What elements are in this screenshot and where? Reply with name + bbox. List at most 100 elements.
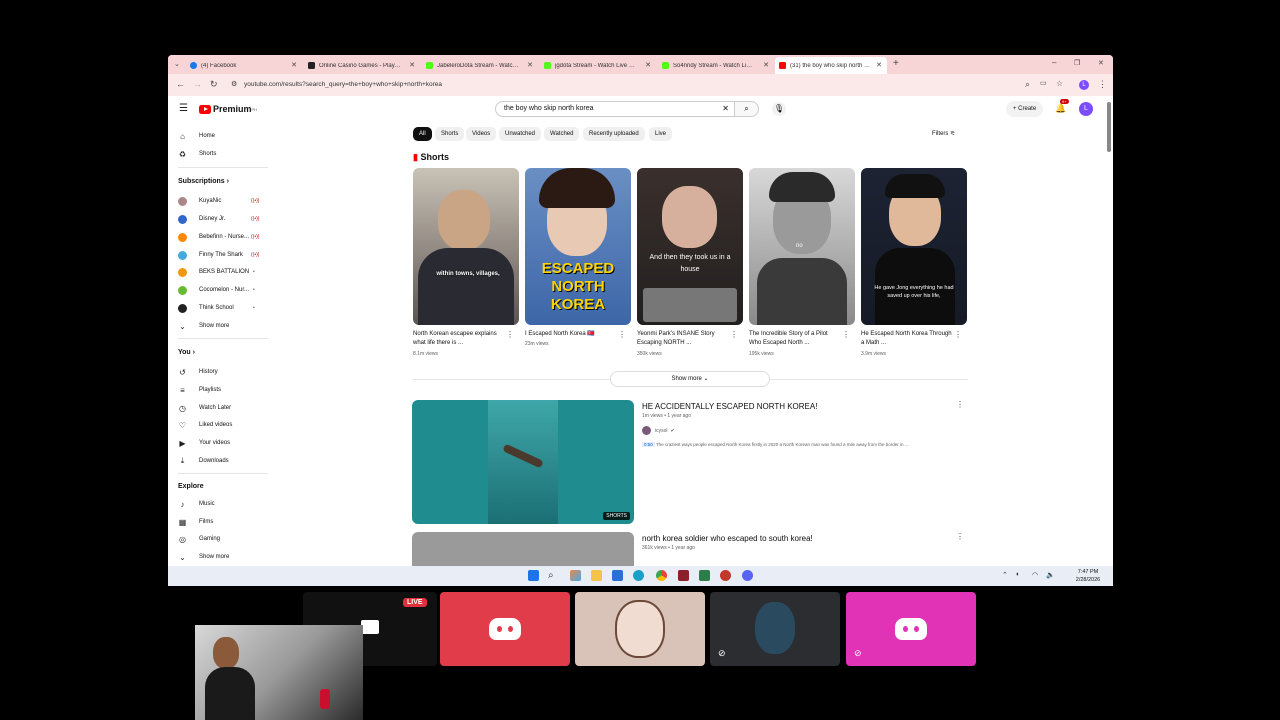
sidebar-sub-kuyanic[interactable]: KuyaNic (178, 195, 221, 207)
chip-all[interactable]: All (413, 127, 432, 141)
file-explorer-icon[interactable] (591, 570, 602, 581)
youtube-logo[interactable]: Premium PH (199, 104, 257, 114)
short-thumbnail[interactable]: ESCAPED NORTH KOREA (525, 168, 631, 325)
you-heading[interactable]: You › (178, 349, 195, 356)
app-icon[interactable] (720, 570, 731, 581)
site-info-icon[interactable]: ⚙ (231, 77, 237, 93)
chip-recently-uploaded[interactable]: Recently uploaded (583, 127, 645, 141)
short-thumbnail[interactable]: no (749, 168, 855, 325)
windows-start-icon[interactable] (528, 570, 539, 581)
avatar-tile[interactable]: ⊘ (710, 592, 840, 666)
wifi-icon[interactable]: ◠ (1032, 571, 1038, 579)
chip-live[interactable]: Live (649, 127, 673, 141)
short-title[interactable]: He Escaped North Korea Through a Math ..… (861, 330, 953, 348)
short-title[interactable]: I Escaped North Korea 🇰🇵 (525, 330, 617, 339)
more-options-icon[interactable]: ⋮ (730, 330, 738, 339)
more-options-icon[interactable]: ⋮ (842, 330, 850, 339)
scrollbar[interactable] (1107, 102, 1111, 152)
sidebar-item-liked[interactable]: ♡ Liked videos (178, 419, 232, 431)
sidebar-item-playlists[interactable]: ≡ Playlists (178, 384, 221, 396)
video-title[interactable]: HE ACCIDENTALLY ESCAPED NORTH KOREA! (642, 402, 817, 411)
chrome-icon[interactable] (656, 570, 667, 581)
tab-so4nndy[interactable]: So4nndy Stream - Watch Live o... ✕ (658, 57, 774, 74)
more-options-icon[interactable]: ⋮ (956, 400, 964, 409)
short-thumbnail[interactable]: He gave Jong everything he had saved up … (861, 168, 967, 325)
menu-icon[interactable]: ☰ (179, 103, 188, 114)
sidebar-show-more-2[interactable]: ⌄ Show more (178, 551, 229, 563)
subscriptions-heading[interactable]: Subscriptions › (178, 178, 229, 185)
more-options-icon[interactable]: ⋮ (954, 330, 962, 339)
avatar-tile[interactable] (575, 592, 705, 666)
search-button[interactable]: ⌕ (735, 101, 759, 117)
tab-list-chevron-icon[interactable]: ⌄ (174, 60, 180, 68)
tab-facebook[interactable]: (4) Facebook ✕ (186, 57, 302, 74)
shorts-show-more-button[interactable]: Show more ⌄ (610, 371, 770, 387)
sidebar-sub-thinkschool[interactable]: Think School (178, 302, 234, 314)
channel-row[interactable]: icysol ✔ (642, 426, 675, 435)
close-icon[interactable]: ✕ (409, 61, 415, 69)
copilot-icon[interactable] (570, 570, 581, 581)
sidebar-sub-cocomelon[interactable]: Cocomelon - Nur... (178, 284, 249, 296)
reload-icon[interactable]: ↻ (210, 79, 218, 89)
short-title[interactable]: Yeonmi Park's INSANE Story Escaping NORT… (637, 330, 729, 348)
sidebar-item-watch-later[interactable]: ◷ Watch Later (178, 402, 231, 414)
browser-menu-icon[interactable]: ⋮ (1098, 79, 1107, 89)
more-options-icon[interactable]: ⋮ (956, 532, 964, 541)
store-icon[interactable] (612, 570, 623, 581)
install-icon[interactable]: ▭ (1040, 79, 1047, 89)
more-options-icon[interactable]: ⋮ (618, 330, 626, 339)
video-thumbnail[interactable]: SHORTS (412, 400, 634, 524)
close-icon[interactable]: ✕ (527, 61, 533, 69)
back-icon[interactable]: ← (176, 79, 185, 89)
sidebar-item-history[interactable]: ↺ History (178, 366, 218, 378)
chip-shorts[interactable]: Shorts (435, 127, 465, 141)
search-input[interactable]: the boy who skip north korea ✕ (495, 101, 735, 117)
voice-search-icon[interactable]: 🎙 (772, 102, 786, 116)
chip-watched[interactable]: Watched (544, 127, 580, 141)
close-icon[interactable]: ✕ (291, 61, 297, 69)
close-icon[interactable]: ✕ (763, 61, 769, 69)
tab-jabelero[interactable]: JabeleroDota Stream - Watch L... ✕ (422, 57, 538, 74)
sidebar-show-more[interactable]: ⌄ Show more (178, 320, 229, 332)
tab-jgdota[interactable]: jgdota Stream - Watch Live on... ✕ (540, 57, 656, 74)
sidebar-sub-finny[interactable]: Finny The Shark (178, 249, 243, 261)
chip-videos[interactable]: Videos (466, 127, 497, 141)
discord-tile[interactable] (440, 592, 570, 666)
short-thumbnail[interactable]: And then they took us in a house (637, 168, 743, 325)
discord-tile[interactable]: ⊘ (846, 592, 976, 666)
discord-icon[interactable] (742, 570, 753, 581)
close-icon[interactable]: ✕ (645, 61, 651, 69)
sidebar-item-films[interactable]: ▦ Films (178, 516, 214, 528)
more-options-icon[interactable]: ⋮ (506, 330, 514, 339)
short-title[interactable]: North Korean escapee explains what life … (413, 330, 505, 348)
sidebar-item-shorts[interactable]: ♻ Shorts (178, 148, 216, 160)
profile-avatar[interactable]: L (1079, 80, 1089, 90)
forward-icon[interactable]: → (193, 79, 202, 89)
sidebar-sub-disney[interactable]: Disney Jr. (178, 213, 225, 225)
account-avatar[interactable]: L (1079, 102, 1093, 116)
minimize-icon[interactable]: – (1052, 58, 1056, 67)
video-title[interactable]: north korea soldier who escaped to south… (642, 534, 813, 543)
new-tab-icon[interactable]: + (893, 58, 899, 69)
app-icon[interactable] (699, 570, 710, 581)
restore-icon[interactable]: ❐ (1074, 59, 1080, 67)
sidebar-item-your-videos[interactable]: ▶ Your videos (178, 437, 230, 449)
search-icon[interactable]: ⌕ (548, 570, 559, 581)
sidebar-item-downloads[interactable]: ⤓ Downloads (178, 455, 229, 467)
short-thumbnail[interactable]: within towns, villages, (413, 168, 519, 325)
volume-icon[interactable]: 🔈 (1046, 571, 1055, 579)
system-clock[interactable]: 7:47 PM 2/28/2026 (1066, 568, 1110, 584)
filters-button[interactable]: Filters ⚟ (932, 130, 955, 137)
tray-icon[interactable]: ◐ (1016, 571, 1020, 578)
close-icon[interactable]: ✕ (876, 61, 882, 69)
bookmark-star-icon[interactable]: ☆ (1056, 79, 1063, 89)
app-icon[interactable] (678, 570, 689, 581)
sidebar-item-home[interactable]: ⌂ Home (178, 130, 215, 142)
sidebar-item-gaming[interactable]: ◎ Gaming (178, 533, 220, 545)
tab-youtube[interactable]: (31) the boy who skip north ko... ✕ (775, 57, 887, 74)
sidebar-sub-bebefinn[interactable]: Bebefinn - Nurse... (178, 231, 249, 243)
short-title[interactable]: The Incredible Story of a Pilot Who Esca… (749, 330, 841, 348)
notifications-bell-icon[interactable]: 🔔 (1055, 103, 1066, 114)
zoom-icon[interactable]: ⌕ (1025, 79, 1030, 89)
tab-casino[interactable]: Online Casino Games - Play Fr... ✕ (304, 57, 420, 74)
